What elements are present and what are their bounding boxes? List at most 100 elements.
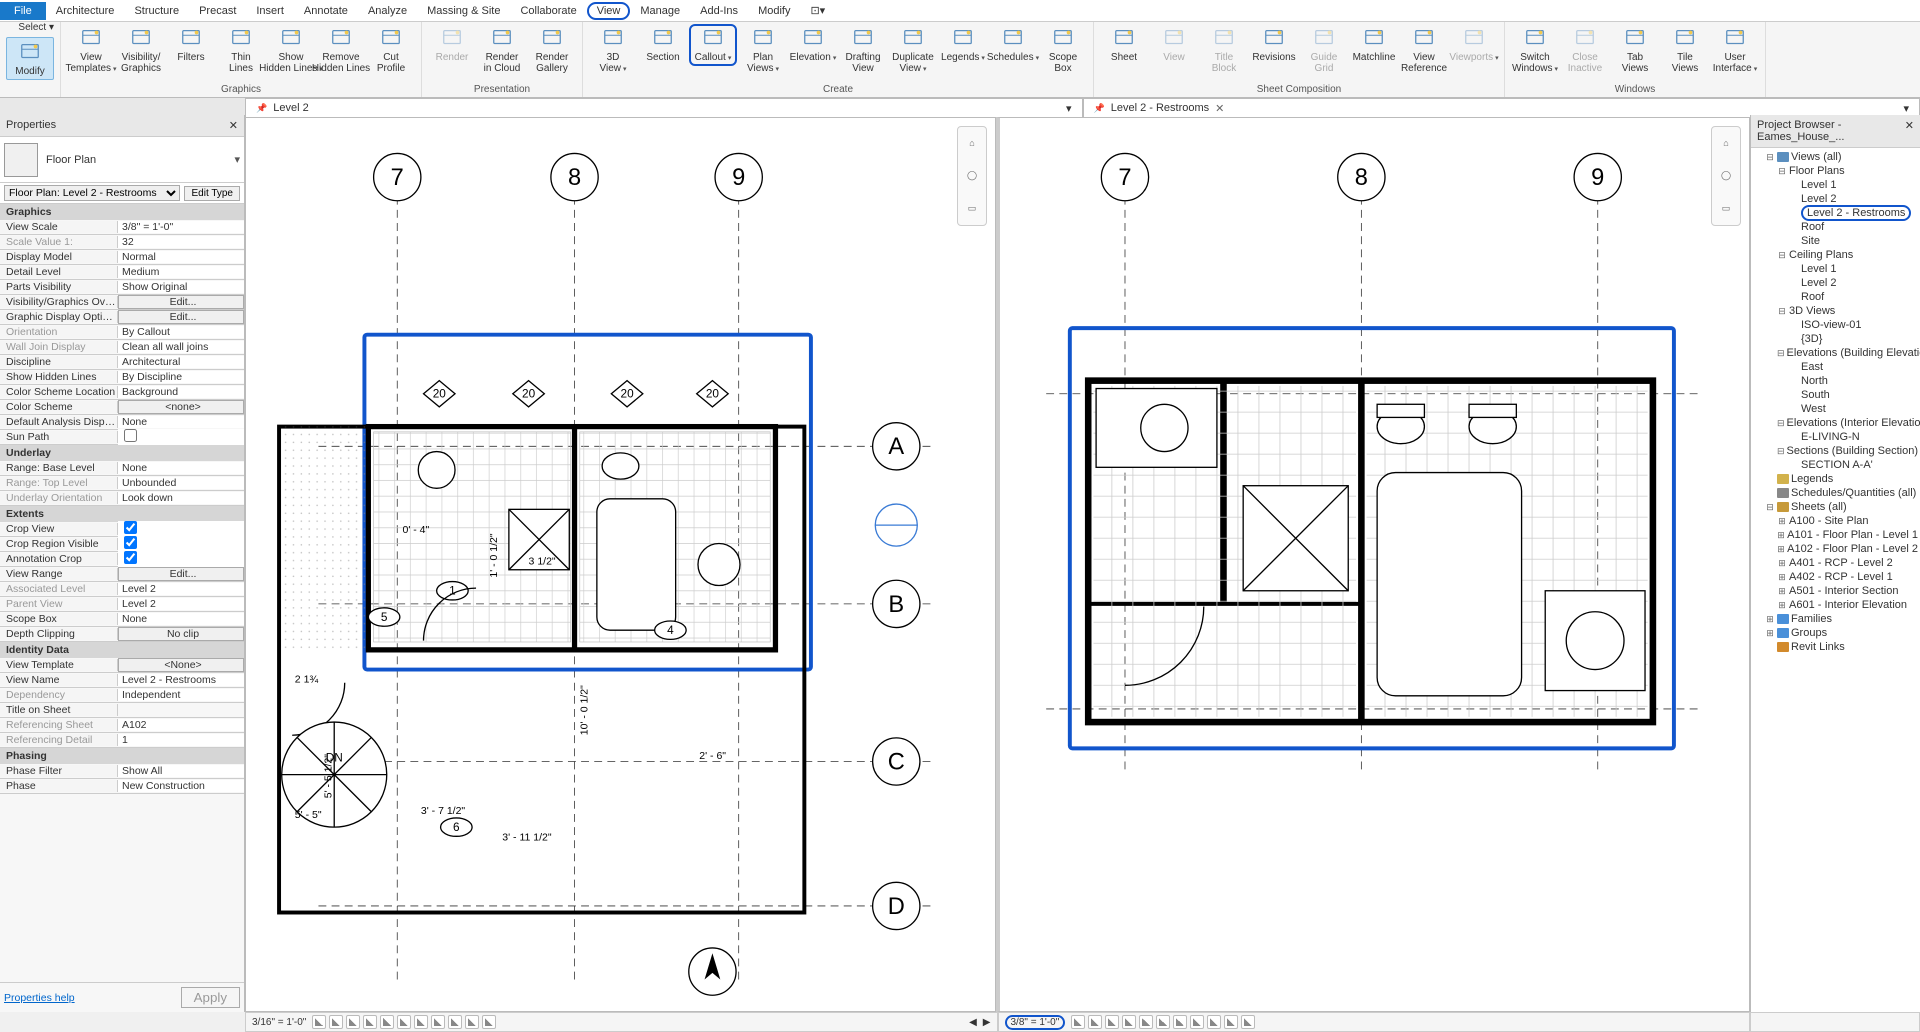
view-control-bar-right[interactable]: 3/8" = 1'-0" — [998, 1012, 1751, 1032]
prop-value[interactable]: 3/8" = 1'-0" — [118, 221, 244, 233]
prop-group-graphics[interactable]: Graphics — [0, 204, 244, 220]
menu-overflow[interactable]: ⊡▾ — [800, 1, 835, 20]
tree-toggle-icon[interactable]: ⊟ — [1777, 166, 1787, 177]
tree-item[interactable]: SECTION A-A' — [1751, 458, 1920, 472]
tree-toggle-icon[interactable]: ⊟ — [1765, 502, 1775, 513]
crop-icon[interactable] — [397, 1015, 411, 1029]
tree-toggle-icon[interactable]: ⊞ — [1777, 516, 1787, 527]
matchline-button[interactable]: Matchline — [1350, 24, 1398, 65]
prop-value[interactable]: None — [118, 613, 244, 625]
tree-item[interactable]: Site — [1751, 234, 1920, 248]
tab-views-button[interactable]: Tab Views — [1611, 24, 1659, 76]
nav-wheel[interactable]: ⌂◯▭ — [957, 126, 987, 226]
checkbox[interactable] — [124, 429, 137, 442]
tree-toggle-icon[interactable]: ⊞ — [1777, 544, 1785, 555]
prop-value[interactable]: <none> — [118, 400, 244, 414]
prop-value[interactable] — [118, 536, 244, 552]
tree-item[interactable]: ⊞Families — [1751, 612, 1920, 626]
tree-item[interactable]: Roof — [1751, 220, 1920, 234]
schedules-button[interactable]: Schedules — [989, 24, 1037, 66]
menu-analyze[interactable]: Analyze — [358, 2, 417, 20]
visual-style-icon[interactable] — [329, 1015, 343, 1029]
tree-item[interactable]: Level 1 — [1751, 178, 1920, 192]
tree-item[interactable]: East — [1751, 360, 1920, 374]
tree-toggle-icon[interactable]: ⊞ — [1777, 572, 1787, 583]
project-tree[interactable]: ⊟Views (all)⊟Floor PlansLevel 1Level 2Le… — [1751, 148, 1920, 1012]
scale-label[interactable]: 3/16" = 1'-0" — [252, 1017, 306, 1028]
close-icon[interactable]: ✕ — [1905, 119, 1914, 143]
tree-item[interactable]: ⊞A601 - Interior Elevation — [1751, 598, 1920, 612]
scroll-right-icon[interactable]: ▶ — [983, 1017, 991, 1028]
constraints-icon[interactable] — [1241, 1015, 1255, 1029]
tree-item[interactable]: Level 2 - Restrooms — [1751, 206, 1920, 220]
tree-item[interactable]: E-LIVING-N — [1751, 430, 1920, 444]
tree-toggle-icon[interactable]: ⊞ — [1777, 558, 1787, 569]
tree-item[interactable]: {3D} — [1751, 332, 1920, 346]
remove-hidden-lines-button[interactable]: Remove Hidden Lines — [317, 24, 365, 76]
tree-item[interactable]: North — [1751, 374, 1920, 388]
sunpath-icon[interactable] — [1105, 1015, 1119, 1029]
visual-style-icon[interactable] — [1088, 1015, 1102, 1029]
duplicate-view-button[interactable]: Duplicate View — [889, 24, 937, 77]
tree-toggle-icon[interactable]: ⊟ — [1777, 306, 1787, 317]
tree-item[interactable]: ⊞A102 - Floor Plan - Level 2 — [1751, 542, 1920, 556]
instance-selector[interactable]: Floor Plan: Level 2 - Restrooms — [4, 185, 180, 201]
detail-level-icon[interactable] — [312, 1015, 326, 1029]
scroll-left-icon[interactable]: ◀ — [969, 1017, 977, 1028]
scale-label[interactable]: 3/8" = 1'-0" — [1005, 1015, 1066, 1030]
prop-value[interactable]: Architectural — [118, 356, 244, 368]
tree-item[interactable]: ⊟Ceiling Plans — [1751, 248, 1920, 262]
tree-item[interactable]: ⊞A501 - Interior Section — [1751, 584, 1920, 598]
prop-value[interactable]: By Discipline — [118, 371, 244, 383]
menu-manage[interactable]: Manage — [630, 2, 690, 20]
temp-hide-icon[interactable] — [1190, 1015, 1204, 1029]
tree-item[interactable]: ⊞Groups — [1751, 626, 1920, 640]
tree-item[interactable]: Revit Links — [1751, 640, 1920, 654]
tree-item[interactable]: ⊟3D Views — [1751, 304, 1920, 318]
nav-wheel[interactable]: ⌂◯▭ — [1711, 126, 1741, 226]
menu-precast[interactable]: Precast — [189, 2, 246, 20]
tree-toggle-icon[interactable]: ⊞ — [1765, 628, 1775, 639]
chevron-down-icon[interactable]: ▾ — [234, 153, 240, 166]
modify-button[interactable]: Modify — [6, 37, 54, 80]
crop-visible-icon[interactable] — [414, 1015, 428, 1029]
crop-icon[interactable] — [1156, 1015, 1170, 1029]
prop-value[interactable]: Show All — [118, 765, 244, 777]
menu-modify[interactable]: Modify — [748, 2, 800, 20]
select-dd[interactable]: Select ▾ — [18, 22, 54, 35]
reveal-hidden-icon[interactable] — [1207, 1015, 1221, 1029]
elevation-button[interactable]: Elevation — [789, 24, 837, 66]
prop-value[interactable]: None — [118, 462, 244, 474]
type-selector[interactable]: Floor Plan ▾ — [0, 137, 244, 183]
view-templates-button[interactable]: View Templates — [67, 24, 115, 77]
menu-annotate[interactable]: Annotate — [294, 2, 358, 20]
tab-menu-icon[interactable]: ▾ — [1903, 102, 1909, 115]
tree-item[interactable]: ⊟Views (all) — [1751, 150, 1920, 164]
tree-item[interactable]: Legends — [1751, 472, 1920, 486]
tree-toggle-icon[interactable]: ⊟ — [1777, 348, 1785, 359]
show-hidden-lines-button[interactable]: Show Hidden Lines — [267, 24, 315, 77]
shadows-icon[interactable] — [363, 1015, 377, 1029]
crop-visible-icon[interactable] — [1173, 1015, 1187, 1029]
sunpath-icon[interactable] — [346, 1015, 360, 1029]
home-icon[interactable]: ⌂ — [1723, 138, 1728, 148]
tree-item[interactable]: Level 1 — [1751, 262, 1920, 276]
prop-value[interactable]: Normal — [118, 251, 244, 263]
thin-lines-button[interactable]: Thin Lines — [217, 24, 265, 76]
rendering-icon[interactable] — [380, 1015, 394, 1029]
section-button[interactable]: Section — [639, 24, 687, 65]
prop-group-phasing[interactable]: Phasing — [0, 748, 244, 764]
shadows-icon[interactable] — [1122, 1015, 1136, 1029]
render-in-cloud-button[interactable]: Render in Cloud — [478, 24, 526, 76]
prop-value[interactable]: Level 2 - Restrooms — [118, 674, 244, 686]
menu-architecture[interactable]: Architecture — [46, 2, 125, 20]
close-icon[interactable]: ✕ — [1215, 102, 1224, 115]
tree-item[interactable]: South — [1751, 388, 1920, 402]
prop-group-identity-data[interactable]: Identity Data — [0, 642, 244, 658]
constraints-icon[interactable] — [482, 1015, 496, 1029]
canvas-level2-restrooms[interactable]: 7 8 9 — [996, 117, 1750, 1012]
tree-item[interactable]: ⊟Elevations (Building Elevation — [1751, 346, 1920, 360]
properties-help-link[interactable]: Properties help — [4, 992, 75, 1004]
prop-value[interactable]: Background — [118, 386, 244, 398]
rendering-icon[interactable] — [1139, 1015, 1153, 1029]
